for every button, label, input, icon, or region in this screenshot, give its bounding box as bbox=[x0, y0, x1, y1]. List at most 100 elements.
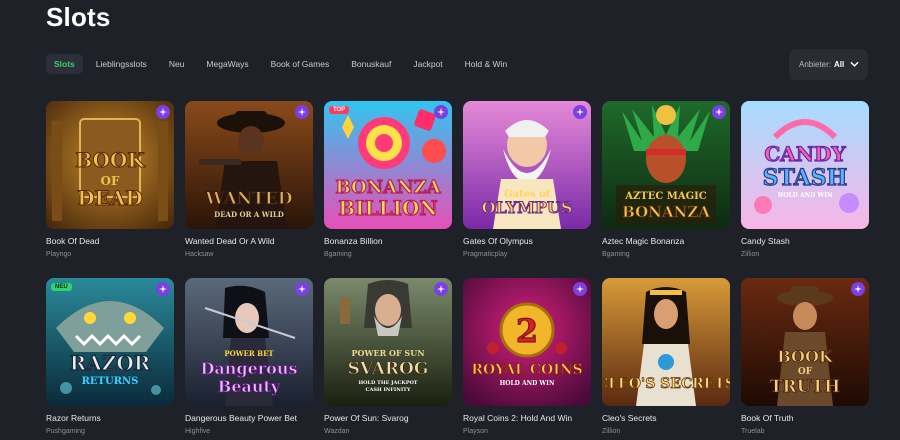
art-line: BONANZA bbox=[622, 203, 710, 221]
game-provider: Playngo bbox=[46, 251, 72, 258]
game-name[interactable]: Gates Of Olympus bbox=[463, 236, 533, 246]
game-name[interactable]: Candy Stash bbox=[741, 236, 790, 246]
art-line: Beauty bbox=[218, 377, 281, 396]
game-thumbnail[interactable]: AZTEC MAGIC BONANZA bbox=[602, 101, 730, 229]
page-title: Slots bbox=[46, 2, 111, 32]
game-thumbnail[interactable]: BONANZA BILLION TOP bbox=[324, 101, 452, 229]
art-line: BILLION bbox=[338, 196, 437, 220]
art-line: SVAROG bbox=[348, 359, 429, 379]
razor-returns-art: RAZOR RETURNS bbox=[46, 278, 174, 406]
sparkle-icon bbox=[573, 105, 587, 119]
sparkle-icon bbox=[573, 282, 587, 296]
game-provider: Wazdan bbox=[324, 428, 350, 435]
provider-filter-label: Anbieter: bbox=[799, 60, 832, 69]
game-thumbnail[interactable]: BOOK OF DEAD bbox=[46, 101, 174, 229]
wanted-art: WANTED DEAD OR A WILD bbox=[185, 101, 313, 229]
game-provider: Zillion bbox=[602, 428, 621, 435]
art-line: AZTEC MAGIC bbox=[624, 191, 707, 202]
tab-neu[interactable]: Neu bbox=[160, 54, 194, 74]
art-line: CASH INFINITY bbox=[366, 387, 411, 393]
art-line: ROYAL COINS bbox=[471, 362, 582, 378]
game-name[interactable]: Razor Returns bbox=[46, 413, 101, 423]
game-thumbnail[interactable]: 2 ROYAL COINS HOLD AND WIN bbox=[463, 278, 591, 406]
game-provider: Zillion bbox=[741, 251, 760, 258]
sparkle-icon bbox=[434, 105, 448, 119]
bonanza-billion-art: BONANZA BILLION bbox=[324, 101, 452, 229]
top-tag: TOP bbox=[329, 106, 350, 114]
game-provider: Pushgaming bbox=[46, 428, 85, 435]
game-thumbnail[interactable]: CLEO'S SECRETS bbox=[602, 278, 730, 406]
game-provider: Highfive bbox=[185, 428, 211, 435]
art-line: BONANZA bbox=[335, 177, 441, 198]
game-provider: Hacksaw bbox=[185, 251, 214, 258]
game-provider: Pragmaticplay bbox=[463, 251, 508, 258]
art-line: CLEO'S SECRETS bbox=[602, 376, 730, 392]
game-name[interactable]: Cleo's Secrets bbox=[602, 413, 657, 423]
sparkle-icon bbox=[156, 105, 170, 119]
game-name[interactable]: Wanted Dead Or A Wild bbox=[185, 236, 274, 246]
art-line: CANDY bbox=[764, 142, 846, 166]
category-tabs: Slots Lieblingsslots Neu MegaWays Book o… bbox=[46, 54, 520, 74]
art-line: OF bbox=[798, 367, 813, 377]
art-line: STASH bbox=[763, 165, 848, 191]
tab-megaways[interactable]: MegaWays bbox=[197, 54, 257, 74]
chevron-down-icon bbox=[850, 61, 859, 67]
game-name[interactable]: Bonanza Billion bbox=[324, 236, 383, 246]
art-line: RAZOR bbox=[70, 351, 151, 375]
art-line: TRUTH bbox=[770, 377, 840, 397]
game-name[interactable]: Dangerous Beauty Power Bet bbox=[185, 413, 297, 423]
art-line: Dangerous bbox=[201, 359, 298, 378]
art-line: HOLD THE JACKPOT bbox=[358, 380, 417, 386]
sparkle-icon bbox=[851, 282, 865, 296]
tab-lieblingsslots[interactable]: Lieblingsslots bbox=[87, 54, 156, 74]
art-line: DEAD bbox=[77, 186, 142, 210]
book-of-dead-art: BOOK OF DEAD bbox=[46, 101, 174, 229]
game-provider: Truelab bbox=[741, 428, 765, 435]
game-provider: Bgaming bbox=[324, 251, 352, 258]
game-name[interactable]: Power Of Sun: Svarog bbox=[324, 413, 409, 423]
game-thumbnail[interactable]: POWER OF SUN SVAROG HOLD THE JACKPOT CAS… bbox=[324, 278, 452, 406]
sparkle-icon bbox=[156, 282, 170, 296]
art-line: HOLD AND WIN bbox=[500, 380, 555, 387]
art-line: BOOK bbox=[777, 347, 834, 366]
art-line: 2 bbox=[516, 312, 538, 350]
art-line: DEAD OR A WILD bbox=[214, 210, 284, 219]
game-name[interactable]: Aztec Magic Bonanza bbox=[602, 236, 684, 246]
game-thumbnail[interactable]: POWER BET Dangerous Beauty bbox=[185, 278, 313, 406]
art-line: POWER BET bbox=[224, 349, 274, 358]
sparkle-icon bbox=[295, 282, 309, 296]
sparkle-icon bbox=[295, 105, 309, 119]
tab-book-of-games[interactable]: Book of Games bbox=[262, 54, 339, 74]
tab-bonuskauf[interactable]: Bonuskauf bbox=[342, 54, 400, 74]
game-provider: Bgaming bbox=[602, 251, 630, 258]
sparkle-icon bbox=[434, 282, 448, 296]
game-thumbnail[interactable]: BOOK OF TRUTH bbox=[741, 278, 869, 406]
art-line: HOLD AND WIN bbox=[778, 192, 833, 199]
dangerous-beauty-art: POWER BET Dangerous Beauty bbox=[185, 278, 313, 406]
game-thumbnail[interactable]: WANTED DEAD OR A WILD bbox=[185, 101, 313, 229]
game-provider: Playson bbox=[463, 428, 488, 435]
game-thumbnail[interactable]: Gates of OLYMPUS bbox=[463, 101, 591, 229]
game-thumbnail[interactable]: RAZOR RETURNS NEU bbox=[46, 278, 174, 406]
book-of-truth-art: BOOK OF TRUTH bbox=[741, 278, 869, 406]
cleos-secrets-art: CLEO'S SECRETS bbox=[602, 278, 730, 406]
aztec-magic-bonanza-art: AZTEC MAGIC BONANZA bbox=[602, 101, 730, 229]
game-name[interactable]: Book Of Dead bbox=[46, 236, 99, 246]
tab-hold-and-win[interactable]: Hold & Win bbox=[456, 54, 517, 74]
game-thumbnail[interactable]: CANDY STASH HOLD AND WIN bbox=[741, 101, 869, 229]
art-line: WANTED bbox=[204, 189, 292, 209]
provider-filter-dropdown[interactable]: Anbieter: All bbox=[789, 49, 868, 80]
art-line: RETURNS bbox=[82, 376, 139, 387]
new-tag: NEU bbox=[51, 283, 72, 291]
royal-coins-art: 2 ROYAL COINS HOLD AND WIN bbox=[463, 278, 591, 406]
game-name[interactable]: Royal Coins 2: Hold And Win bbox=[463, 413, 572, 423]
gates-of-olympus-art: Gates of OLYMPUS bbox=[463, 101, 591, 229]
art-line: OLYMPUS bbox=[482, 198, 573, 217]
tab-jackpot[interactable]: Jackpot bbox=[404, 54, 451, 74]
candy-stash-art: CANDY STASH HOLD AND WIN bbox=[741, 101, 869, 229]
tab-slots[interactable]: Slots bbox=[46, 54, 83, 74]
art-line: BOOK bbox=[75, 148, 145, 172]
provider-filter-value: All bbox=[834, 60, 845, 69]
game-name[interactable]: Book Of Truth bbox=[741, 413, 793, 423]
sparkle-icon bbox=[712, 105, 726, 119]
